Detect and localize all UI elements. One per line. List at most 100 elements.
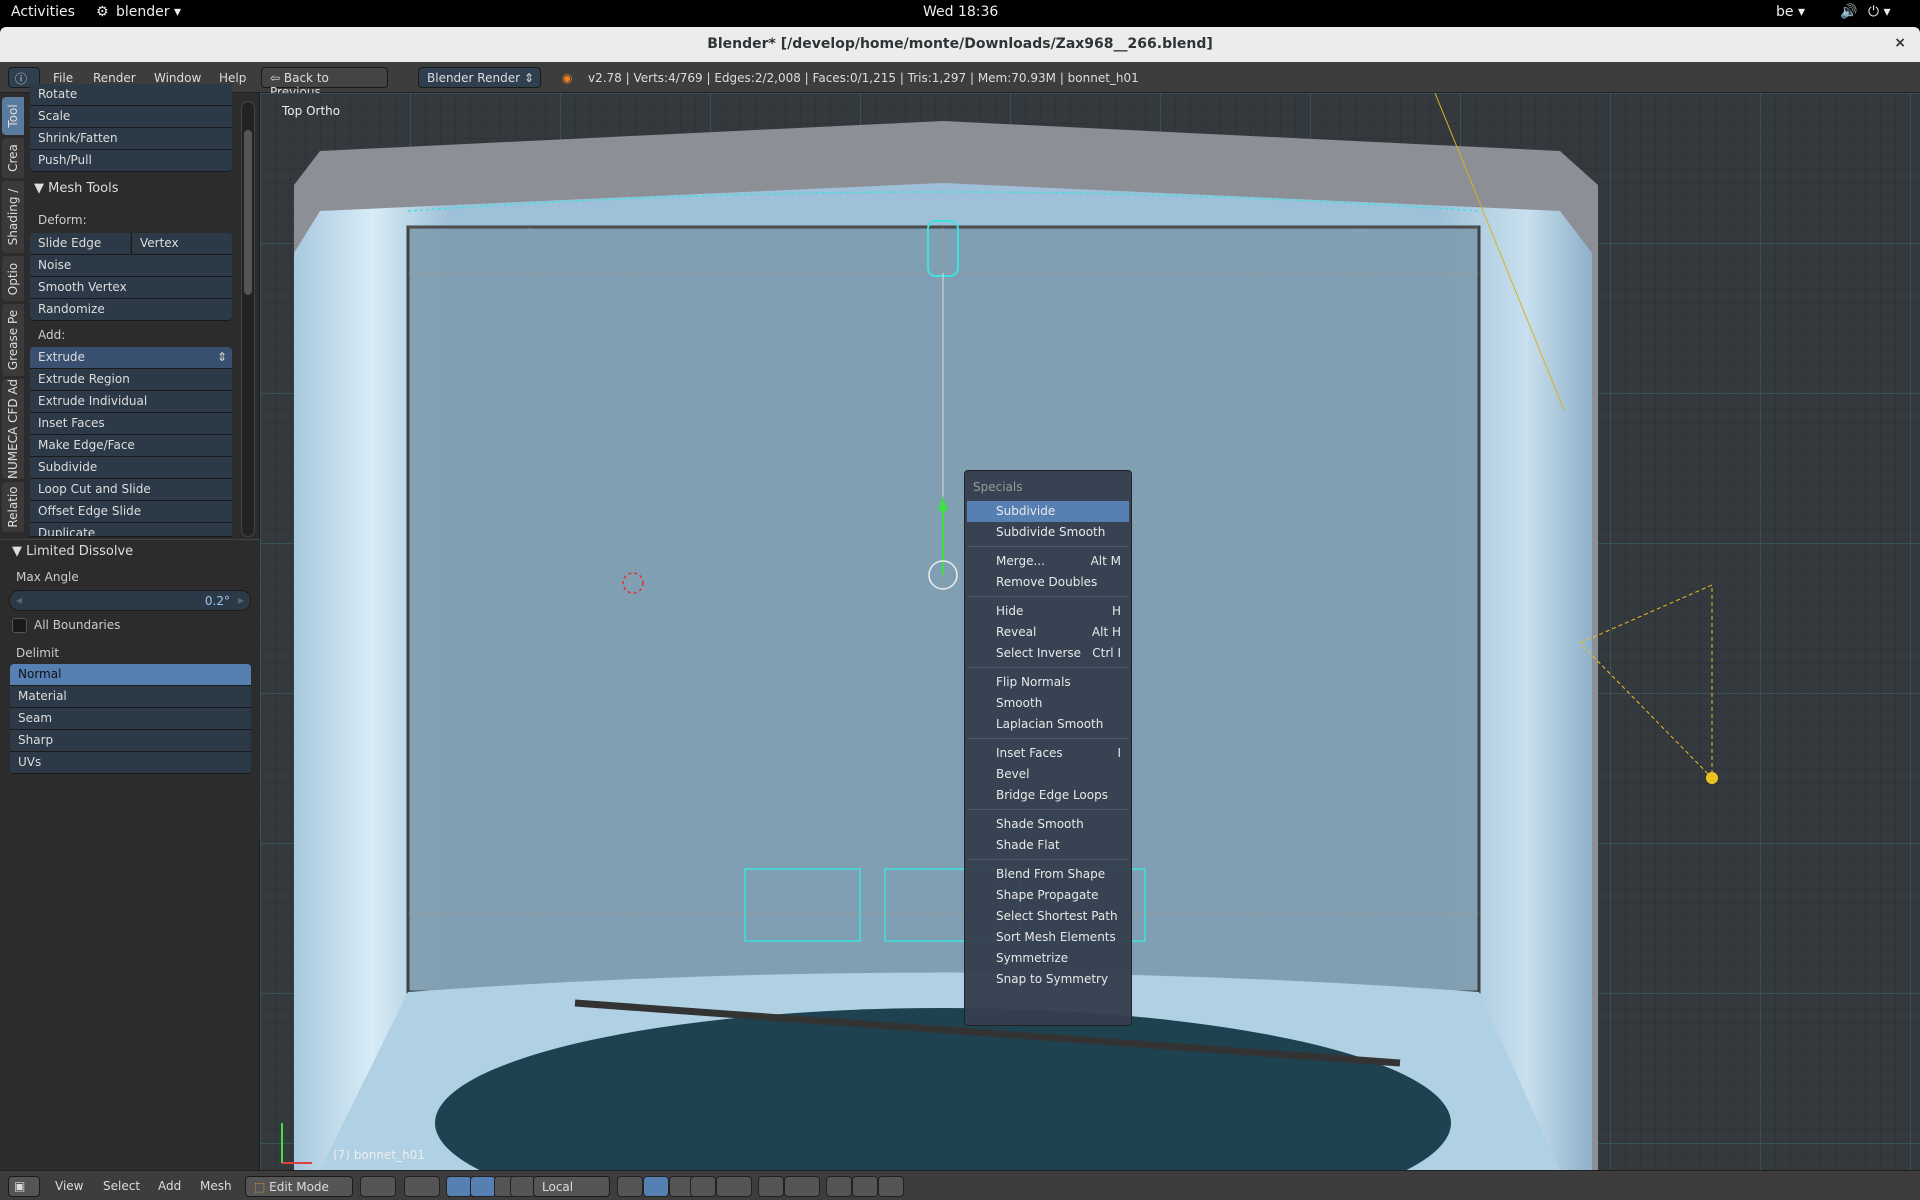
shrink-fatten-button[interactable]: Shrink/Fatten (30, 128, 232, 150)
menu-add[interactable]: Add (158, 1179, 181, 1193)
inset-faces-button[interactable]: Inset Faces (30, 413, 232, 435)
duplicate-button[interactable]: Duplicate (30, 523, 232, 537)
snap-target-icon[interactable] (826, 1176, 852, 1197)
extrude-region-button[interactable]: Extrude Region (30, 369, 232, 391)
vertex-select-icon[interactable] (617, 1176, 643, 1197)
increment-icon[interactable]: ▸ (238, 593, 244, 607)
menu-item-flip-normals[interactable]: Flip Normals (965, 672, 1131, 693)
menu-item-bevel[interactable]: Bevel (965, 764, 1131, 785)
delimit-normal[interactable]: Normal (10, 664, 251, 686)
proportional-edit-icon[interactable] (716, 1176, 752, 1197)
offset-edge-slide-button[interactable]: Offset Edge Slide (30, 501, 232, 523)
menu-item-snap-to-symmetry[interactable]: Snap to Symmetry (965, 969, 1131, 990)
os-top-bar: Activities ⚙ blender ▾ Wed 18:36 be ▾ 🔊 … (0, 0, 1920, 27)
menu-item-smooth[interactable]: Smooth (965, 693, 1131, 714)
menu-item-merge[interactable]: Merge... Alt M (965, 551, 1131, 572)
tab-options[interactable]: Optio (2, 256, 24, 301)
randomize-button[interactable]: Randomize (30, 299, 232, 321)
vertex-slide-button[interactable]: Vertex (131, 233, 232, 255)
max-angle-slider[interactable]: ◂ 0.2° ▸ (9, 590, 251, 611)
edge-select-icon[interactable] (643, 1176, 669, 1197)
loop-cut-button[interactable]: Loop Cut and Slide (30, 479, 232, 501)
mesh-tools-header[interactable]: ▼ Mesh Tools (34, 181, 119, 196)
specials-menu-title: Specials (973, 480, 1023, 494)
make-edge-face-button[interactable]: Make Edge/Face (30, 435, 232, 457)
snap-element-icon[interactable] (784, 1176, 820, 1197)
render-engine-select[interactable]: Blender Render ⇕ (418, 67, 541, 88)
delimit-sharp[interactable]: Sharp (10, 730, 251, 752)
blender-logo-icon: ◉ (562, 71, 573, 85)
scale-button[interactable]: Scale (30, 106, 232, 128)
menu-item-select-inverse[interactable]: Select Inverse Ctrl I (965, 643, 1131, 664)
back-to-previous-button[interactable]: ⇦ Back to Previous (261, 67, 388, 99)
activities-button[interactable]: Activities (11, 4, 75, 20)
menu-item-select-shortest-path[interactable]: Select Shortest Path (965, 906, 1131, 927)
push-pull-button[interactable]: Push/Pull (30, 150, 232, 172)
menu-item-label: Reveal (996, 625, 1037, 639)
menu-item-remove-doubles[interactable]: Remove Doubles (965, 572, 1131, 593)
render-animation-icon[interactable] (878, 1176, 904, 1197)
tab-shading[interactable]: Shading / (2, 181, 24, 253)
shelf-scrollbar[interactable] (241, 101, 255, 537)
menu-item-shade-flat[interactable]: Shade Flat (965, 835, 1131, 856)
noise-button[interactable]: Noise (30, 255, 232, 277)
editor-type-3d-icon[interactable]: ▣ (8, 1176, 40, 1197)
menu-view[interactable]: View (55, 1179, 83, 1193)
app-menu[interactable]: blender ▾ (116, 4, 181, 20)
limited-dissolve-header[interactable]: ▼ Limited Dissolve (12, 544, 133, 559)
all-boundaries-checkbox[interactable] (12, 618, 27, 633)
menu-item-reveal[interactable]: Reveal Alt H (965, 622, 1131, 643)
opengl-render-icon[interactable] (852, 1176, 878, 1197)
viewport-shading-icon[interactable] (360, 1176, 396, 1197)
menu-select[interactable]: Select (103, 1179, 140, 1193)
translate-manipulator-icon[interactable] (470, 1176, 496, 1197)
delimit-seam[interactable]: Seam (10, 708, 251, 730)
extrude-individual-button[interactable]: Extrude Individual (30, 391, 232, 413)
slide-edge-button[interactable]: Slide Edge (30, 233, 130, 255)
menu-item-blend-from-shape[interactable]: Blend From Shape (965, 864, 1131, 885)
rotate-button[interactable]: Rotate (30, 84, 232, 106)
manipulator-toggle-icon[interactable] (446, 1176, 472, 1197)
menu-render[interactable]: Render (93, 71, 136, 85)
menu-item-sort-mesh-elements[interactable]: Sort Mesh Elements (965, 927, 1131, 948)
menu-file[interactable]: File (53, 71, 73, 85)
delimit-uvs[interactable]: UVs (10, 752, 251, 774)
decrement-icon[interactable]: ◂ (16, 593, 22, 607)
smooth-vertex-button[interactable]: Smooth Vertex (30, 277, 232, 299)
volume-icon[interactable]: 🔊 (1840, 4, 1857, 20)
tab-create[interactable]: Crea (2, 138, 24, 178)
snap-toggle-icon[interactable] (758, 1176, 784, 1197)
clock[interactable]: Wed 18:36 (923, 4, 998, 20)
subdivide-button[interactable]: Subdivide (30, 457, 232, 479)
orientation-select[interactable]: Local (533, 1176, 610, 1197)
menu-item-hide[interactable]: Hide H (965, 601, 1131, 622)
limit-selection-icon[interactable] (690, 1176, 716, 1197)
menu-item-subdivide-smooth[interactable]: Subdivide Smooth (965, 522, 1131, 543)
power-icon[interactable]: ⏻ ▾ (1868, 4, 1891, 20)
menu-mesh[interactable]: Mesh (200, 1179, 232, 1193)
delimit-material[interactable]: Material (10, 686, 251, 708)
window-title: Blender* [/develop/home/monte/Downloads/… (707, 36, 1213, 52)
menu-item-shape-propagate[interactable]: Shape Propagate (965, 885, 1131, 906)
tab-tool[interactable]: Tool (2, 97, 24, 135)
menu-item-symmetrize[interactable]: Symmetrize (965, 948, 1131, 969)
tab-relations[interactable]: Relatio (2, 482, 24, 532)
menu-item-bridge-edge-loops[interactable]: Bridge Edge Loops (965, 785, 1131, 806)
deform-label: Deform: (38, 213, 87, 227)
menu-item-inset-faces[interactable]: Inset Faces I (965, 743, 1131, 764)
tab-numeca[interactable]: NUMECA CFD Ad (2, 379, 24, 479)
keyboard-layout[interactable]: be ▾ (1776, 4, 1805, 20)
menu-help[interactable]: Help (219, 71, 246, 85)
mode-select[interactable]: ⬚ Edit Mode (245, 1176, 353, 1197)
menu-item-shade-smooth[interactable]: Shade Smooth (965, 814, 1131, 835)
menu-item-laplacian-smooth[interactable]: Laplacian Smooth (965, 714, 1131, 735)
extrude-select[interactable]: Extrude ⇕ (30, 347, 232, 369)
menu-item-label: Shape Propagate (996, 888, 1099, 902)
scrollbar-thumb[interactable] (244, 130, 252, 295)
tab-grease-pencil[interactable]: Grease Pe (2, 304, 24, 376)
menu-item-subdivide[interactable]: Subdivide (967, 501, 1129, 522)
close-window-button[interactable]: × (1894, 35, 1906, 51)
menu-item-label: Select Inverse (996, 646, 1082, 660)
pivot-point-icon[interactable] (404, 1176, 440, 1197)
menu-window[interactable]: Window (154, 71, 201, 85)
